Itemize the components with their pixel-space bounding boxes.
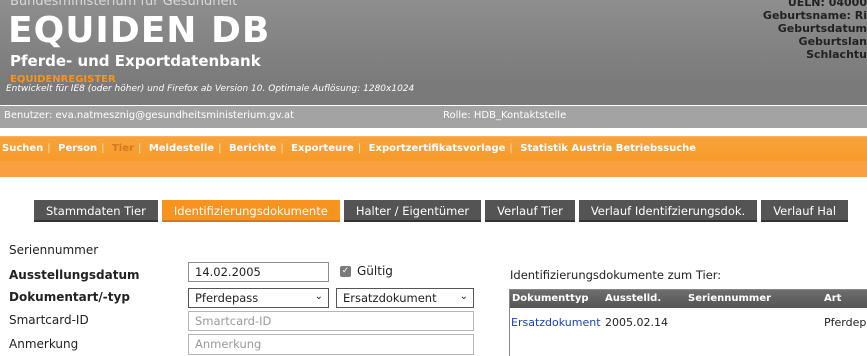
dokumenttyp-value: Ersatzdokument [343,291,437,305]
registry-label: EQUIDENREGISTER [10,74,116,83]
col-art[interactable]: Art [824,293,841,304]
dokumenttyp-select[interactable]: Ersatzdokument ⌄ [336,288,474,308]
app-header: Bundesministerium für Gesundheit EQUIDEN… [0,0,867,83]
summary-ueln: UELN: 04000 [787,0,867,9]
gueltig-checkbox[interactable]: ✓ [340,266,351,277]
nav-exportzertifikatsvorlage[interactable]: Exportzertifikatsvorlage [369,143,506,154]
dokumentart-label: Dokumentart/-typ [9,290,130,304]
animal-summary: UELN: 04000 Geburtsname: Ri Geburtsdatum… [737,0,867,61]
chevron-down-icon: ⌄ [314,291,323,302]
tab-halter-eigentuemer[interactable]: Halter / Eigentümer [343,200,482,222]
row-dokumenttyp-link[interactable]: Ersatzdokument [511,316,601,329]
tab-verlauf-tier[interactable]: Verlauf Tier [485,200,575,222]
documents-table-header: Dokumenttyp Ausstelld. Seriennummer Art [510,290,867,308]
row-ausstelld: 2005.02.14 [605,316,668,329]
smartcard-label: Smartcard-ID [9,313,89,327]
anmerkung-input[interactable]: Anmerkung [188,334,474,355]
summary-schlachtung: Schlachtu [806,48,867,61]
summary-geburtsdatum: Geburtsdatum [777,22,867,35]
ausstellungsdatum-input[interactable]: 14.02.2005 [188,262,329,282]
col-ausstelld[interactable]: Ausstelld. [605,293,661,304]
tab-verlauf-halter[interactable]: Verlauf Hal [761,200,849,222]
app-subtitle: Pferde- und Exportdatenbank [10,52,261,70]
nav-suchen[interactable]: Suchen [2,143,43,154]
nav-meldestelle[interactable]: Meldestelle [149,143,214,154]
summary-geburtsland: Geburtslan [798,35,867,48]
nav-berichte[interactable]: Berichte [229,143,276,154]
tab-bar: Stammdaten Tier Identifizierungsdokument… [34,200,849,222]
main-nav: Suchen | Person | Tier | Meldestelle | Beric… [0,136,867,177]
header-info-bar: Entwickelt für IE8 (oder höher) und Fire… [0,83,867,105]
col-dokumenttyp[interactable]: Dokumenttyp [512,293,589,304]
tab-verlauf-identifizierungsdok[interactable]: Verlauf Identifzierungsdok. [578,200,758,222]
nav-stripe [0,161,867,177]
ausstellungsdatum-label: Ausstellungsdatum [9,268,140,282]
col-seriennummer[interactable]: Seriennummer [688,293,771,304]
row-art: Pferdep [824,316,867,329]
tab-identifizierungsdokumente[interactable]: Identifizierungsdokumente [161,200,340,222]
dokumentart-select[interactable]: Pferdepass ⌄ [188,288,329,308]
current-user: Benutzer: eva.natmesznig@gesundheitsmini… [4,110,294,121]
nav-statistik-betriebssuche[interactable]: Statistik Austria Betriebssuche [520,143,696,154]
anmerkung-label: Anmerkung [9,337,79,351]
summary-geburtsname: Geburtsname: Ri [762,9,867,22]
chevron-down-icon: ⌄ [459,291,468,302]
app-title: EQUIDEN DB [8,10,271,51]
seriennummer-label: Seriennummer [9,243,99,257]
browser-note: Entwickelt für IE8 (oder höher) und Fire… [6,84,415,94]
nav-tier[interactable]: Tier [112,143,134,154]
user-bar: Benutzer: eva.natmesznig@gesundheitsmini… [0,106,867,128]
documents-table: Dokumenttyp Ausstelld. Seriennummer Art … [509,289,867,356]
documents-title: Identifizierungsdokumente zum Tier: [510,268,722,282]
ministry-name: Bundesministerium für Gesundheit [10,0,238,9]
gueltig-label: Gültig [357,264,393,278]
current-role: Rolle: HDB_Kontaktstelle [443,110,567,121]
smartcard-input[interactable]: Smartcard-ID [188,311,474,331]
nav-exporteure[interactable]: Exporteure [291,143,354,154]
nav-person[interactable]: Person [58,143,97,154]
tab-stammdaten-tier[interactable]: Stammdaten Tier [34,200,158,222]
dokumentart-value: Pferdepass [195,291,259,305]
